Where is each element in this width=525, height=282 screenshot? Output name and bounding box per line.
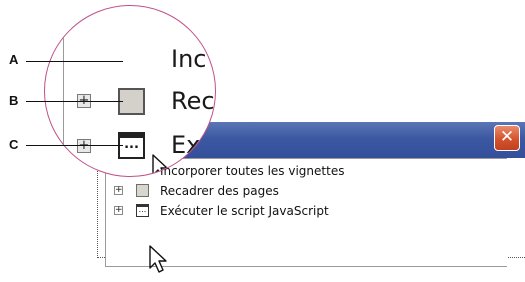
callout-letter-a: A — [9, 52, 19, 67]
zoom-label-executer: Ex — [171, 131, 201, 159]
close-button[interactable]: ✕ — [494, 125, 520, 151]
callout-letter-b: B — [9, 93, 19, 108]
list-item[interactable]: + Recadrer des pages — [106, 181, 506, 201]
expand-icon[interactable]: + — [114, 206, 123, 215]
callout-line-c — [26, 145, 123, 146]
page-square-icon — [136, 184, 149, 197]
mouse-pointer-icon — [149, 245, 167, 273]
zoom-expand-icon: + — [77, 139, 91, 153]
list-item-label: Exécuter le script JavaScript — [160, 204, 329, 218]
zoom-label-incorporer: Inc — [171, 45, 207, 73]
callout-line-a — [26, 61, 123, 62]
expand-icon[interactable]: + — [114, 186, 123, 195]
close-icon: ✕ — [499, 127, 515, 147]
callout-letter-c: C — [9, 137, 19, 152]
tree-guide-line — [63, 6, 64, 176]
zoom-mouse-pointer-icon — [152, 154, 168, 176]
magnifier-zoom: Inc + Rec + ... Ex — [44, 5, 216, 177]
zoom-label-recadrer: Rec — [171, 87, 215, 115]
callout-line-b — [26, 101, 123, 102]
javascript-icon: ... — [136, 204, 149, 217]
list-item-label: Recadrer des pages — [160, 184, 279, 198]
list-item[interactable]: + ... Exécuter le script JavaScript — [106, 201, 506, 221]
